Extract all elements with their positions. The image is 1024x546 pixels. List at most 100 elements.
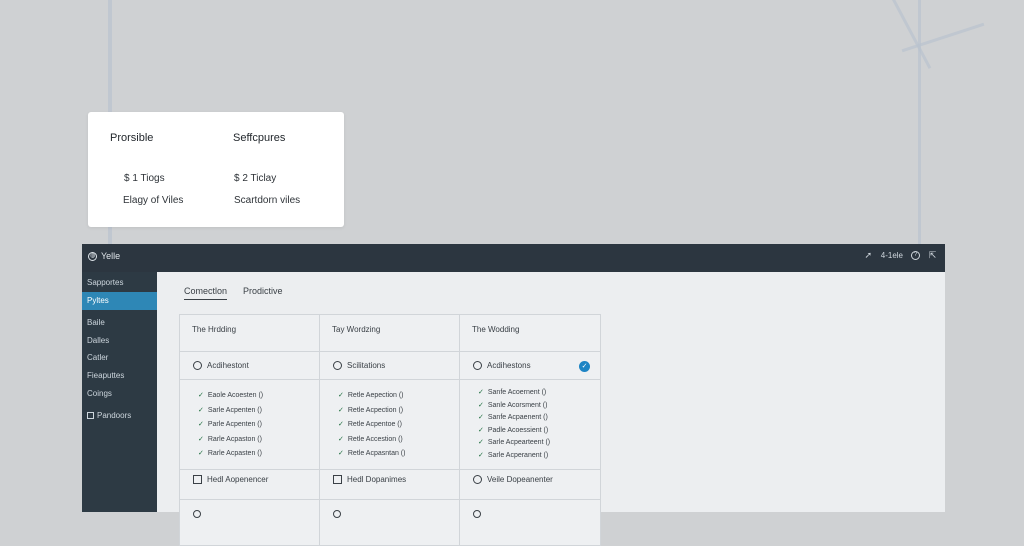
info-icon (193, 510, 201, 518)
plan-footer-text: Hedl Aopenencer (207, 475, 269, 484)
sidebar-item-label: Baile (87, 318, 105, 327)
tab-prodictive[interactable]: Prodictive (243, 286, 283, 300)
check-icon: ✓ (338, 392, 344, 399)
summary-line: Scartdorn viles (234, 195, 301, 206)
divider (320, 469, 460, 470)
feature-text: Sarle Acpearteent () (487, 439, 551, 447)
summary-line: Elagy of Viles (123, 195, 184, 206)
divider (320, 351, 460, 352)
plan-subtitle-text: Scilitations (347, 361, 386, 370)
sidebar-item-label: Sapportes (87, 278, 124, 287)
sidebar-item-pyltes[interactable]: Pyltes (82, 292, 163, 310)
plan-column[interactable]: The Wodding Acdihestons ✓ ✓ Sanfe Acoerne… (460, 315, 600, 545)
feature-item: ✓ Sanle Acorsment () (478, 400, 550, 413)
selected-check-icon[interactable]: ✓ (579, 361, 590, 372)
summary-heading: Seffcpures (233, 132, 286, 144)
sidebar-item-label: Catler (87, 353, 109, 362)
feature-item: ✓ Rarle Acpaston () (198, 433, 263, 448)
pin-icon (193, 361, 202, 370)
plan-subtitle: Scilitations (333, 361, 385, 370)
summary-heading: Prorsible (110, 132, 154, 144)
feature-item: ✓ Retle Acpasntan () (338, 447, 405, 462)
sidebar-item-coings[interactable]: Coings (82, 385, 157, 403)
sidebar-item-dalles[interactable]: Dalles (82, 332, 157, 350)
plan-column[interactable]: The Hrdding Acdihestont ✓ Eaole Acoesten … (180, 315, 320, 545)
export-icon[interactable]: ⇱ (928, 251, 937, 260)
plan-header: The Wodding (472, 325, 520, 334)
feature-list: ✓ Retle Aepection () ✓ Retle Acpection () … (338, 389, 405, 462)
tab-comectlon[interactable]: Comectlon (184, 286, 228, 300)
feature-list: ✓ Sanfe Acoernent () ✓ Sanle Acorsment () … (478, 387, 550, 463)
check-icon: ✓ (198, 435, 204, 443)
grid-icon (193, 475, 202, 484)
divider (320, 499, 460, 500)
plan-footer[interactable]: Veile Dopeanenter (473, 475, 553, 484)
divider (180, 499, 320, 500)
feature-text: Retle Acpentoe () (347, 421, 402, 429)
feature-item: ✓ Retle Acpection () (338, 404, 405, 419)
app-window: ◍ Yelle ➚ 4-1ele ? ⇱ Sapportes Pyltes Ba… (82, 244, 945, 546)
plan-footer[interactable]: Hedl Aopenencer (193, 475, 268, 484)
feature-item: ✓ Sarle Acpenten () (198, 404, 263, 419)
feature-text: Eaole Acoesten () (207, 392, 264, 399)
top-right-label[interactable]: 4-1ele (881, 251, 903, 260)
sidebar-item-sapportes[interactable]: Sapportes (82, 274, 157, 292)
plan-grid: The Hrdding Acdihestont ✓ Eaole Acoesten … (179, 314, 601, 546)
feature-text: Padle Acoessient () (487, 426, 549, 434)
row-stub (193, 505, 223, 518)
check-icon: ✓ (338, 406, 344, 414)
plan-column[interactable]: Tay Wordzing Scilitations ✓ Retle Aepecti… (320, 315, 460, 545)
feature-text: Retle Accestion () (347, 435, 403, 443)
sidebar-item-label: Dalles (87, 336, 110, 345)
shield-icon (473, 361, 482, 370)
logo-icon: ◍ (88, 251, 97, 261)
feature-list: ✓ Eaole Acoesten () ✓ Sarle Acpenten () ✓ P… (198, 389, 263, 462)
feature-text: Sarle Acperanent () (487, 451, 549, 459)
brand[interactable]: ◍ Yelle (88, 251, 120, 261)
feature-item: ✓ Retle Accestion () (338, 433, 405, 448)
check-icon: ✓ (338, 421, 344, 429)
divider (460, 379, 600, 380)
feature-item: ✓ Sarle Acperanent () (478, 450, 550, 463)
plan-subtitle: Acdihestont (193, 361, 249, 370)
plan-subtitle-text: Acdihestont (207, 361, 249, 370)
check-icon: ✓ (478, 451, 484, 459)
sidebar-item-baile[interactable]: Baile (82, 314, 157, 332)
divider (320, 379, 460, 380)
row-stub (333, 505, 363, 518)
check-icon: ✓ (198, 392, 204, 399)
check-icon: ✓ (338, 435, 344, 443)
tab-bar: Comectlon Prodictive (184, 286, 283, 300)
check-icon: ✓ (198, 406, 204, 414)
sidebar-item-fieaputtes[interactable]: Fieaputtes (82, 367, 157, 385)
divider (180, 379, 320, 380)
sidebar-item-label: Fieaputtes (87, 371, 125, 380)
plan-footer[interactable]: Hedl Dopanimes (333, 475, 406, 484)
feature-text: Sanfe Acpaenent () (487, 414, 548, 422)
sidebar-item-catler[interactable]: Catler (82, 349, 157, 367)
feature-text: Sarle Acpenten () (207, 406, 262, 414)
check-icon: ✓ (478, 439, 484, 447)
check-icon: ✓ (198, 421, 204, 429)
help-icon[interactable]: ? (911, 251, 920, 260)
folder-icon (87, 412, 94, 419)
info-icon (473, 510, 481, 518)
plan-footer-text: Veile Dopeanenter (487, 475, 553, 484)
feature-text: Retle Aepection () (347, 392, 404, 399)
plan-header: Tay Wordzing (332, 325, 381, 334)
summary-card: Prorsible $ 1 Tiogs Elagy of Viles Seffc… (88, 112, 344, 227)
main-content: Comectlon Prodictive The Hrdding Acdihes… (157, 272, 945, 546)
info-icon (333, 510, 341, 518)
divider (180, 469, 320, 470)
plan-footer-text: Hedl Dopanimes (347, 475, 407, 484)
send-icon[interactable]: ➚ (864, 251, 873, 260)
sidebar-item-pandoors[interactable]: Pandoors (82, 407, 157, 425)
check-icon: ✓ (478, 401, 484, 409)
feature-text: Retle Acpection () (347, 406, 404, 414)
feature-item: ✓ Parle Acpenten () (198, 418, 263, 433)
plan-subtitle: Acdihestons (473, 361, 531, 370)
feature-text: Parle Acpenten () (207, 421, 262, 429)
check-icon: ✓ (478, 414, 484, 422)
sidebar-item-label: Pandoors (97, 411, 132, 420)
feature-item: ✓ Retle Aepection () (338, 389, 405, 404)
